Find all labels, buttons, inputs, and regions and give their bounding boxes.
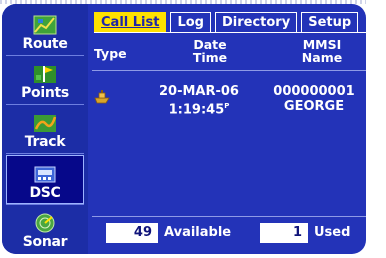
sidebar-item-dsc[interactable]: DSC (6, 155, 84, 204)
row-time: 1:19:45 (168, 102, 225, 118)
sidebar-divider (6, 204, 84, 205)
column-header-time-label: Time (192, 50, 228, 65)
footer-counts: 49 Available 1 Used (92, 218, 366, 248)
sonar-icon (35, 213, 55, 233)
track-icon (34, 115, 57, 132)
row-mmsi: 000000001 (273, 84, 355, 99)
sidebar: Route Points Track DSC Sonar (2, 4, 88, 254)
sidebar-item-label: Sonar (22, 234, 68, 250)
column-header-name-label: Name (301, 50, 343, 65)
sidebar-item-label: Track (24, 134, 66, 150)
boat-icon (94, 90, 110, 104)
column-header-date: Date Time (180, 38, 240, 64)
row-name: GEORGE (283, 99, 345, 114)
sidebar-item-points[interactable]: Points (6, 57, 84, 103)
tab-setup[interactable]: Setup (301, 12, 359, 32)
available-label: Available (164, 225, 232, 240)
column-header-type: Type (94, 47, 127, 60)
gps-screen: Route Points Track DSC Sonar Call List L… (2, 4, 366, 254)
tab-underline (94, 32, 366, 33)
sidebar-divider (6, 153, 84, 154)
used-count: 1 (260, 223, 308, 243)
sidebar-divider (6, 104, 84, 105)
sidebar-divider (6, 55, 84, 56)
available-count: 49 (106, 223, 158, 243)
used-label: Used (314, 225, 351, 240)
sidebar-item-label: Route (22, 36, 68, 52)
sidebar-item-route[interactable]: Route (6, 8, 84, 54)
dsc-radio-icon (34, 166, 56, 183)
row-time-cell: 1:19:45P (144, 99, 254, 117)
tab-log[interactable]: Log (170, 12, 211, 32)
tab-bar: Call List Log Directory Setup (94, 12, 359, 32)
points-flag-icon (34, 66, 56, 83)
route-map-icon (33, 15, 57, 35)
tab-directory[interactable]: Directory (214, 12, 298, 32)
sidebar-item-label: Points (21, 85, 69, 101)
sidebar-item-label: DSC (29, 185, 61, 201)
table-row[interactable]: 20-MAR-06 1:19:45P 000000001 GEORGE (92, 77, 366, 123)
column-header-type-label: Type (94, 46, 127, 61)
row-time-suffix: P (224, 102, 230, 110)
sidebar-item-track[interactable]: Track (6, 106, 84, 152)
sidebar-item-sonar[interactable]: Sonar (6, 206, 84, 252)
header-divider (92, 70, 366, 71)
row-date: 20-MAR-06 (159, 84, 239, 99)
tab-call-list[interactable]: Call List (94, 12, 167, 32)
footer-divider (92, 216, 366, 217)
column-header-mmsi: MMSI Name (292, 38, 352, 64)
